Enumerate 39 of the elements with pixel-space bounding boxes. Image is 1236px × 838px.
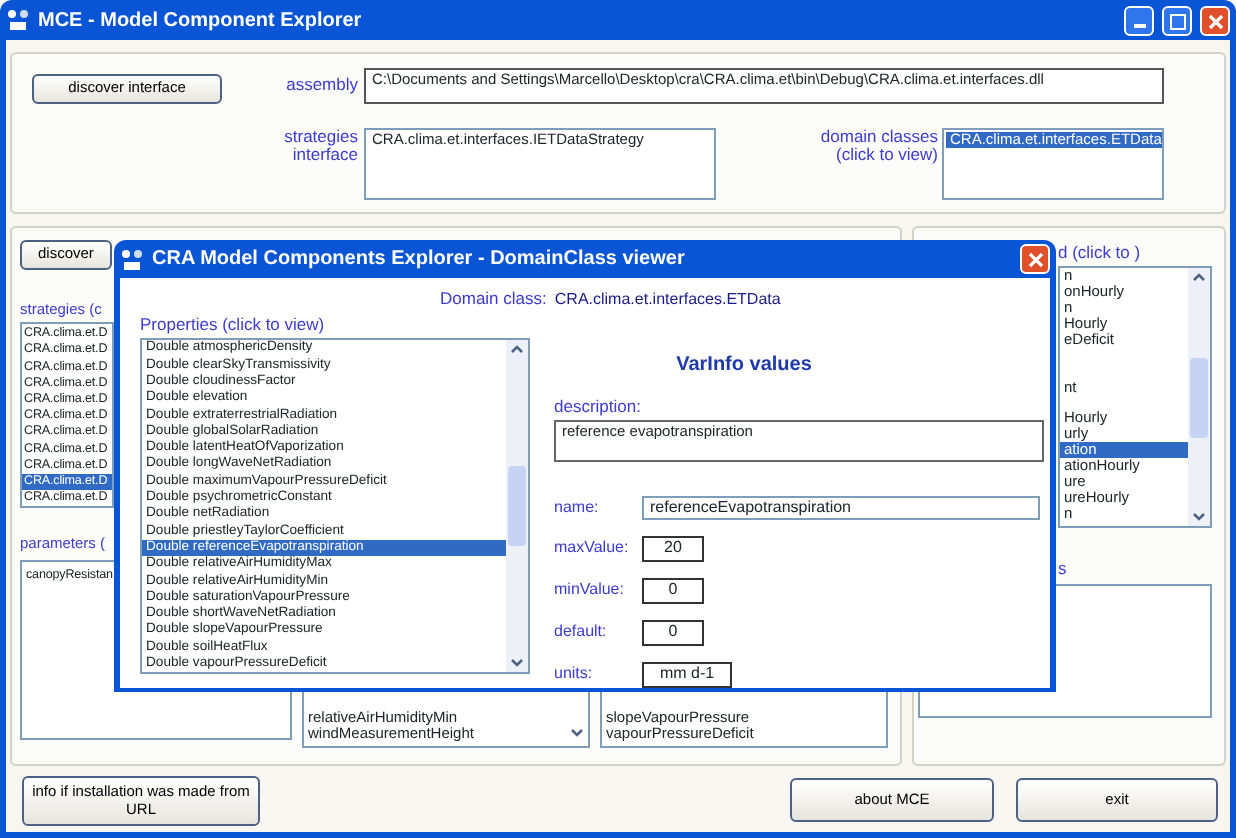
domain-class-label: Domain class: (440, 290, 547, 310)
field-label: minValue: (554, 582, 626, 601)
window-title: MCE - Model Component Explorer (38, 7, 364, 35)
value-field[interactable]: 0 (642, 578, 704, 605)
strategies-label: strategies interface (282, 128, 358, 166)
heading: VarInfo values (674, 352, 814, 380)
panel-label: s (1058, 560, 1069, 580)
field-label: units: (554, 666, 595, 685)
close-icon (1027, 252, 1043, 269)
value-field[interactable]: 20 (642, 536, 704, 563)
minimize-icon (1133, 24, 1145, 29)
domain-class-value: CRA.clima.et.interfaces.ETData (554, 288, 781, 312)
close-button[interactable] (1020, 244, 1050, 274)
field-label: default: (554, 624, 609, 643)
maximize-button[interactable] (1162, 5, 1192, 35)
app-icon (6, 8, 30, 32)
dialog-title: CRA Model Components Explorer - DomainClass viewer (152, 246, 687, 274)
close-icon (1207, 13, 1223, 30)
assembly-label: assembly (284, 76, 358, 95)
value-field[interactable]: referenceEvapotranspiration (642, 496, 1040, 521)
scroll-down-icon[interactable] (570, 728, 584, 738)
scroll-down-icon[interactable] (510, 658, 524, 669)
scroll-thumb[interactable] (1190, 357, 1208, 438)
value-field[interactable]: mm d-1 (642, 662, 732, 689)
scroll-down-icon[interactable] (1192, 512, 1206, 523)
close-button[interactable] (1200, 5, 1230, 35)
field-label: maxValue: (554, 540, 631, 559)
field-label: name: (554, 499, 601, 518)
scroll-up-icon[interactable] (1192, 272, 1206, 283)
minimize-button[interactable] (1124, 5, 1154, 35)
scroll-up-icon[interactable] (510, 344, 524, 355)
maximize-icon (1169, 13, 1185, 30)
value-field[interactable]: 0 (642, 620, 704, 647)
panel-label: d (click to ) (1058, 244, 1143, 263)
domain-classes-label: domain classes (click to view) (818, 128, 938, 166)
description-label: description: (554, 398, 643, 417)
scroll-thumb[interactable] (508, 466, 526, 547)
properties-label: Properties (click to view) (140, 316, 327, 335)
app-icon (120, 247, 144, 271)
